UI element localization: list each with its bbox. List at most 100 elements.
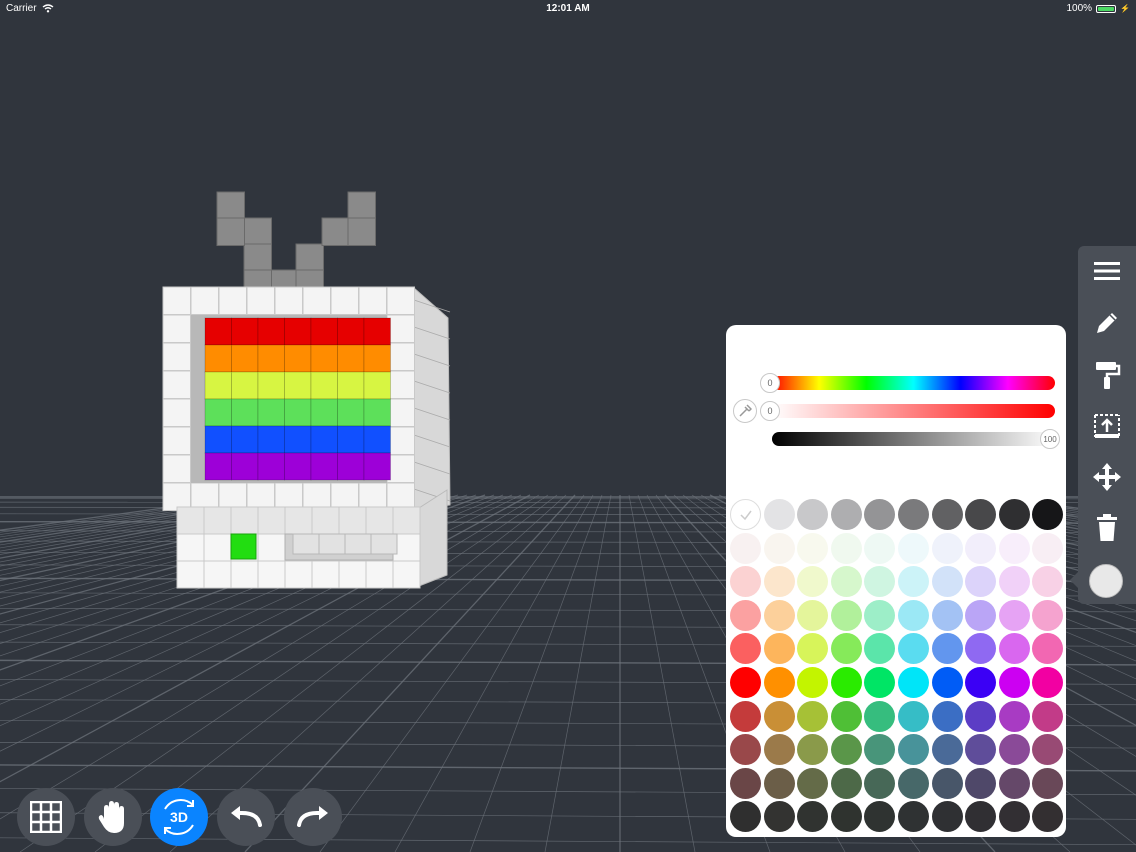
3d-view-button[interactable]: 3D [150, 788, 208, 846]
color-swatch[interactable] [763, 801, 795, 833]
pencil-tool-button[interactable] [1078, 301, 1136, 345]
color-swatch[interactable] [931, 667, 963, 698]
saturation-slider[interactable] [772, 404, 1055, 418]
color-swatch[interactable] [931, 801, 963, 833]
color-swatch[interactable] [864, 734, 896, 766]
color-swatch[interactable] [763, 767, 795, 799]
undo-button[interactable] [217, 788, 275, 846]
color-swatch[interactable] [998, 633, 1030, 665]
color-swatch[interactable] [830, 700, 862, 732]
color-swatch[interactable] [830, 734, 862, 766]
menu-button[interactable] [1078, 249, 1136, 293]
color-swatch[interactable] [898, 767, 929, 799]
color-swatch[interactable] [1032, 599, 1064, 631]
color-swatch[interactable] [931, 734, 963, 766]
color-swatch[interactable] [965, 633, 997, 665]
color-swatch[interactable] [730, 633, 761, 665]
color-swatch[interactable] [1032, 633, 1064, 665]
hue-knob[interactable]: 0 [760, 373, 780, 393]
color-swatch[interactable] [830, 801, 862, 833]
color-swatch[interactable] [763, 700, 795, 732]
color-swatch[interactable] [931, 700, 963, 732]
brightness-slider[interactable] [772, 432, 1055, 446]
color-swatch[interactable] [730, 700, 761, 732]
color-swatch[interactable] [898, 734, 929, 766]
color-swatch[interactable] [931, 532, 963, 564]
color-swatch[interactable] [998, 767, 1030, 799]
redo-button[interactable] [284, 788, 342, 846]
swatch-none[interactable] [730, 499, 761, 530]
color-swatch[interactable] [797, 667, 829, 698]
color-swatch[interactable] [898, 700, 929, 732]
color-swatch[interactable] [763, 734, 795, 766]
color-swatch[interactable] [998, 734, 1030, 766]
pan-button[interactable] [84, 788, 142, 846]
color-swatch[interactable] [998, 532, 1030, 564]
color-swatch[interactable] [898, 499, 929, 530]
color-swatch[interactable] [998, 566, 1030, 598]
color-swatch[interactable] [797, 499, 829, 530]
color-swatch[interactable] [797, 700, 829, 732]
extrude-tool-button[interactable] [1078, 404, 1136, 448]
paint-tool-button[interactable] [1078, 353, 1136, 397]
color-swatch[interactable] [763, 532, 795, 564]
color-swatch[interactable] [864, 599, 896, 631]
color-swatch[interactable] [931, 566, 963, 598]
color-swatch[interactable] [898, 801, 929, 833]
color-swatch[interactable] [797, 566, 829, 598]
color-swatch[interactable] [965, 700, 997, 732]
color-swatch[interactable] [965, 667, 997, 698]
color-swatch[interactable] [730, 566, 761, 598]
color-swatch[interactable] [965, 767, 997, 799]
color-swatch[interactable] [830, 633, 862, 665]
color-swatch[interactable] [998, 499, 1030, 530]
color-swatch[interactable] [965, 532, 997, 564]
color-swatch[interactable] [898, 599, 929, 631]
color-swatch[interactable] [965, 499, 997, 530]
color-swatch[interactable] [864, 667, 896, 698]
delete-tool-button[interactable] [1078, 506, 1136, 550]
color-swatch[interactable] [830, 566, 862, 598]
color-swatch[interactable] [1032, 700, 1064, 732]
color-swatch[interactable] [864, 532, 896, 564]
color-swatch[interactable] [998, 667, 1030, 698]
color-swatch[interactable] [797, 633, 829, 665]
color-swatch[interactable] [864, 801, 896, 833]
move-tool-button[interactable] [1078, 455, 1136, 499]
color-swatch[interactable] [965, 566, 997, 598]
color-swatch[interactable] [864, 633, 896, 665]
color-swatch[interactable] [931, 767, 963, 799]
color-swatch[interactable] [998, 599, 1030, 631]
color-swatch[interactable] [797, 767, 829, 799]
color-swatch[interactable] [730, 767, 761, 799]
current-color-button[interactable] [1089, 564, 1123, 598]
hue-slider[interactable] [772, 376, 1055, 390]
voxel-tv-model[interactable] [162, 191, 451, 589]
color-swatch[interactable] [898, 532, 929, 564]
saturation-knob[interactable]: 0 [760, 401, 780, 421]
color-swatch[interactable] [931, 499, 963, 530]
color-swatch[interactable] [998, 700, 1030, 732]
color-swatch[interactable] [830, 599, 862, 631]
color-swatch[interactable] [797, 532, 829, 564]
color-swatch[interactable] [864, 767, 896, 799]
color-swatch[interactable] [830, 499, 862, 530]
color-swatch[interactable] [998, 801, 1030, 833]
color-swatch[interactable] [730, 599, 761, 631]
grid-toggle-button[interactable] [17, 788, 75, 846]
color-swatch[interactable] [830, 667, 862, 698]
color-swatch[interactable] [864, 700, 896, 732]
color-swatch[interactable] [730, 532, 761, 564]
color-swatch[interactable] [830, 767, 862, 799]
color-swatch[interactable] [1032, 667, 1064, 698]
brightness-knob[interactable]: 100 [1040, 429, 1060, 449]
color-swatch[interactable] [830, 532, 862, 564]
color-swatch[interactable] [965, 801, 997, 833]
color-swatch[interactable] [730, 667, 761, 698]
color-swatch[interactable] [965, 734, 997, 766]
color-swatch[interactable] [931, 633, 963, 665]
color-swatch[interactable] [931, 599, 963, 631]
color-swatch[interactable] [763, 667, 795, 698]
color-swatch[interactable] [763, 566, 795, 598]
color-swatch[interactable] [763, 633, 795, 665]
